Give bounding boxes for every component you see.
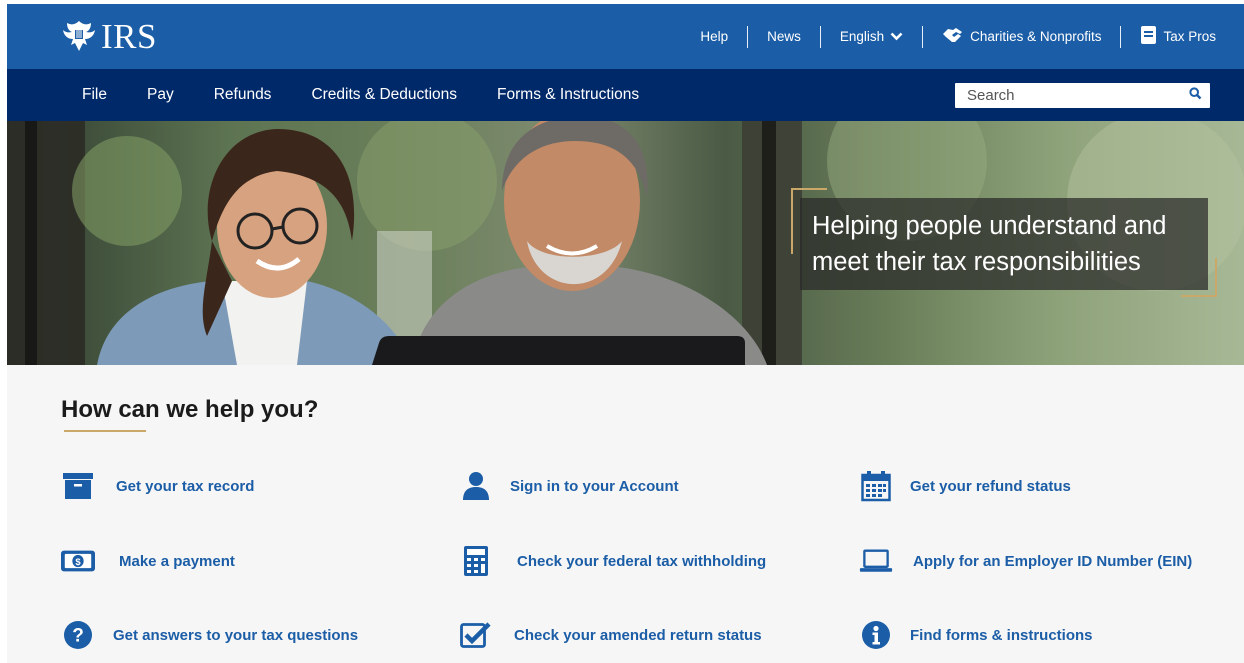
search-icon: [1188, 86, 1202, 105]
irs-home-page: IRS Help News English Charities & Nonpro…: [7, 4, 1244, 663]
language-label: English: [839, 29, 885, 44]
handshake-icon: [942, 26, 964, 47]
apply-ein-link[interactable]: Apply for an Employer ID Number (EIN): [859, 544, 1192, 578]
svg-text:?: ?: [72, 626, 84, 647]
hero-caption: Helping people understand and meet their…: [800, 198, 1208, 290]
checkbox-icon: [459, 618, 493, 652]
dollar-bill-icon: $: [61, 544, 95, 578]
divider: [819, 25, 821, 48]
svg-text:$: $: [75, 557, 81, 568]
divider: [1120, 25, 1122, 48]
help-link[interactable]: Help: [700, 29, 728, 44]
calculator-icon: [459, 544, 493, 578]
search-button[interactable]: [1180, 83, 1210, 108]
hero-caption-line-1: Helping people understand and: [812, 212, 1167, 240]
divider: [922, 25, 924, 48]
person-icon: [459, 469, 493, 503]
eagle-logo-icon: [61, 19, 97, 53]
utility-nav: Help News English Charities & Nonprofits: [700, 4, 1216, 69]
question-circle-icon: ?: [61, 618, 95, 652]
language-dropdown[interactable]: English: [840, 29, 903, 44]
calendar-icon: [859, 469, 893, 503]
forms-instructions-link[interactable]: Find forms & instructions: [859, 618, 1093, 652]
refund-status-link[interactable]: Get your refund status: [859, 469, 1071, 503]
amended-return-status-link[interactable]: Check your amended return status: [459, 618, 762, 652]
nav-file[interactable]: File: [82, 86, 107, 104]
chevron-down-icon: [890, 29, 903, 44]
irs-logo-link[interactable]: IRS: [61, 14, 157, 58]
news-link[interactable]: News: [767, 29, 801, 44]
make-payment-link[interactable]: $ Make a payment: [61, 544, 235, 578]
federal-tax-withholding-link[interactable]: Check your federal tax withholding: [459, 544, 766, 578]
archive-box-icon: [61, 469, 95, 503]
nav-forms-instructions[interactable]: Forms & Instructions: [497, 86, 639, 104]
help-section-title: How can we help you?: [61, 396, 319, 423]
sign-in-account-link[interactable]: Sign in to your Account: [459, 469, 679, 503]
info-circle-icon: [859, 618, 893, 652]
logo-text: IRS: [101, 16, 157, 56]
laptop-icon: [859, 544, 893, 578]
title-underline: [64, 430, 146, 432]
hero-caption-line-2: meet their tax responsibilities: [812, 248, 1141, 276]
tax-questions-link[interactable]: ? Get answers to your tax questions: [61, 618, 358, 652]
main-nav: File Pay Refunds Credits & Deductions Fo…: [7, 69, 1244, 121]
main-nav-links: File Pay Refunds Credits & Deductions Fo…: [82, 69, 679, 121]
book-icon: [1140, 25, 1157, 48]
search-input[interactable]: [955, 83, 1180, 108]
nav-credits-deductions[interactable]: Credits & Deductions: [311, 86, 457, 104]
nav-pay[interactable]: Pay: [147, 86, 174, 104]
hero-banner: Helping people understand and meet their…: [7, 121, 1244, 365]
utility-bar: IRS Help News English Charities & Nonpro…: [7, 4, 1244, 69]
charities-nonprofits-link[interactable]: Charities & Nonprofits: [942, 26, 1101, 47]
get-tax-record-link[interactable]: Get your tax record: [61, 469, 254, 503]
tax-pros-link[interactable]: Tax Pros: [1140, 25, 1216, 48]
nav-refunds[interactable]: Refunds: [214, 86, 272, 104]
search-box: [955, 83, 1210, 108]
divider: [747, 25, 749, 48]
